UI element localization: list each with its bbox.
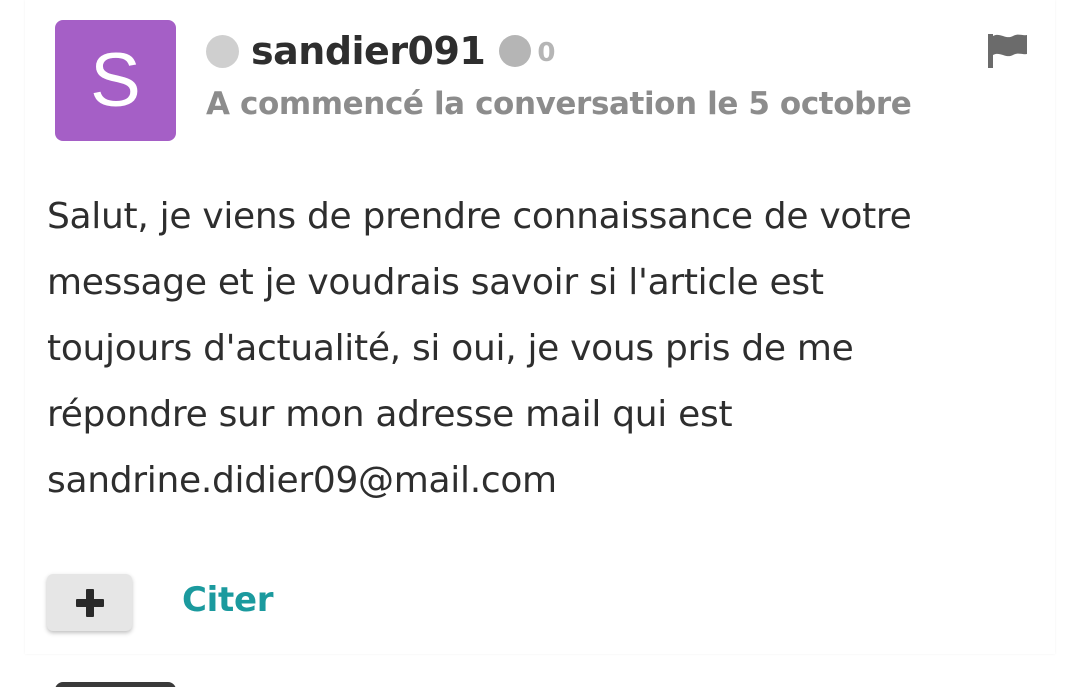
report-flag-button[interactable] <box>986 32 1030 70</box>
author-username[interactable]: sandier091 <box>251 29 486 73</box>
avatar[interactable]: S <box>55 20 176 141</box>
avatar-letter: S <box>90 37 141 123</box>
more-actions-button[interactable] <box>47 574 132 631</box>
quote-button[interactable]: Citer <box>182 580 273 620</box>
message-body: Salut, je viens de prendre connaissance … <box>47 196 912 501</box>
conversation-start-date: A commencé la conversation le 5 octobre <box>206 86 912 122</box>
flag-icon <box>988 34 1027 68</box>
plus-icon <box>75 588 104 617</box>
conversation-page: S sandier091 0 A commencé la conversatio… <box>0 0 1080 687</box>
author-line: sandier091 0 <box>206 26 555 76</box>
reputation-count: 0 <box>537 38 556 68</box>
reputation-badge-icon <box>499 35 532 67</box>
next-post-avatar <box>55 682 176 687</box>
online-status-icon <box>206 34 239 68</box>
